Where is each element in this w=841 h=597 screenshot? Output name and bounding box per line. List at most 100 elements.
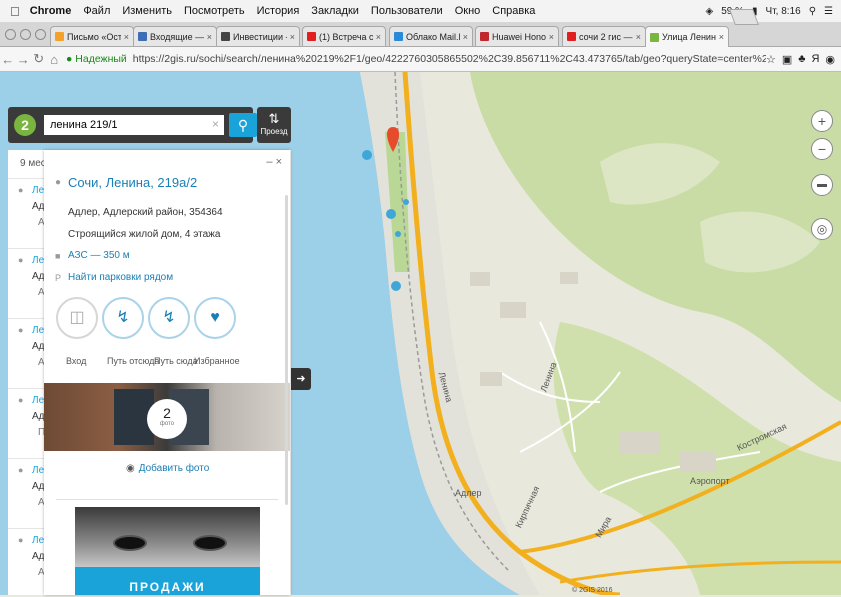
window-controls [5, 29, 46, 40]
menu-window[interactable]: Окно [455, 5, 481, 17]
browser-tab[interactable]: сочи 2 гис — × [562, 26, 646, 46]
close-window-button[interactable] [5, 29, 16, 40]
tab-label: Инвестиции - [233, 31, 287, 42]
layers-icon[interactable]: ▬ [811, 174, 833, 196]
divider [56, 499, 278, 500]
close-tab-icon[interactable]: × [376, 32, 381, 42]
route-from-button[interactable]: ↯ [102, 297, 144, 339]
list-icon[interactable]: ☰ [824, 6, 833, 17]
list-item[interactable]: ● Лен Адл А [8, 318, 50, 387]
card-scrollbar[interactable] [285, 195, 288, 505]
door-icon: ◫ [69, 309, 85, 326]
close-tab-icon[interactable]: × [719, 32, 724, 42]
back-arrow-icon[interactable]: ← [0, 52, 15, 67]
browser-tab[interactable]: Улица Ленина × [645, 26, 729, 47]
tab-favicon-icon [394, 32, 403, 41]
menu-edit[interactable]: Изменить [122, 5, 172, 17]
extension-icon[interactable]: ▣ [782, 53, 792, 66]
parking-link[interactable]: Найти парковки рядом [68, 272, 173, 283]
tab-favicon-icon [307, 32, 316, 41]
list-item[interactable]: ● Лен Адл А [8, 248, 50, 317]
entrance-button[interactable]: ◫ [56, 297, 98, 339]
favorite-button[interactable]: ♥ [194, 297, 236, 339]
tab-label: Письмо «Ост [67, 31, 121, 42]
fuel-link[interactable]: АЗС — 350 м [68, 250, 130, 261]
photo-count: 2 [163, 405, 171, 421]
browser-tab[interactable]: Письмо «Ост × [50, 26, 134, 46]
zoom-in-button[interactable]: + [811, 110, 833, 132]
minimize-window-button[interactable] [20, 29, 31, 40]
add-photo-link[interactable]: ◉ Добавить фото [126, 463, 209, 474]
route-from-icon: ↯ [116, 309, 130, 326]
extension-icon[interactable]: ◉ [825, 53, 835, 66]
menu-history[interactable]: История [257, 5, 300, 17]
tab-label: Улица Ленина [662, 32, 716, 42]
browser-tab[interactable]: (1) Встреча с × [302, 26, 386, 46]
menu-app[interactable]: Chrome [30, 5, 72, 17]
search-icon[interactable]: ⚲ [809, 6, 816, 17]
browser-tab[interactable]: Облако Mail.Ru× [389, 26, 473, 46]
tab-favicon-icon [138, 32, 147, 41]
bookmark-star-icon[interactable]: ☆ [766, 53, 776, 66]
card-controls[interactable]: – × [266, 156, 282, 168]
extension-icon[interactable]: Я [811, 53, 819, 66]
route-button[interactable]: ⇅ Проезд [257, 107, 291, 143]
search-input[interactable] [44, 115, 224, 135]
browser-tab[interactable]: Входящие — × [133, 26, 217, 46]
address-bar[interactable]: ● Надежный https://2gis.ru/sochi/search/… [66, 50, 766, 68]
search-icon: ⚲ [237, 117, 249, 133]
tab-label: сочи 2 гис — [579, 31, 633, 42]
menu-bookmarks[interactable]: Закладки [311, 5, 359, 17]
browser-tab[interactable]: Huawei Honor × [475, 26, 559, 46]
pin-icon: ● [18, 255, 24, 265]
forward-arrow-icon[interactable]: → [15, 52, 30, 67]
2gis-logo[interactable]: 2 [14, 114, 36, 136]
reload-icon[interactable]: ↻ [31, 51, 46, 67]
close-tab-icon[interactable]: × [124, 32, 129, 42]
browser-tab[interactable]: Инвестиции - × [216, 26, 300, 46]
close-tab-icon[interactable]: × [290, 32, 295, 42]
clear-search-icon[interactable]: × [212, 117, 219, 131]
pin-icon: ● [18, 325, 24, 335]
tab-favicon-icon [55, 32, 64, 41]
apple-menu-icon[interactable]:  [10, 4, 20, 19]
tab-label: Облако Mail.Ru [406, 31, 460, 42]
extension-icon[interactable]: ♣ [798, 53, 805, 66]
close-tab-icon[interactable]: × [463, 32, 468, 42]
wifi-icon[interactable]: ◈ [706, 6, 714, 17]
place-title: Сочи, Ленина, 219а/2 [68, 175, 198, 190]
advertisement-banner[interactable]: ПРОДАЖИ [75, 507, 260, 595]
list-item[interactable]: ● Лен Адл П [8, 388, 50, 457]
route-icon: ⇅ [268, 111, 280, 126]
district-label: Адлер [455, 488, 482, 498]
clock[interactable]: Чт, 8:16 [766, 6, 801, 17]
close-tab-icon[interactable]: × [636, 32, 641, 42]
lock-icon[interactable]: ● [66, 53, 72, 65]
close-tab-icon[interactable]: × [549, 32, 554, 42]
menu-help[interactable]: Справка [492, 5, 535, 17]
menu-file[interactable]: Файл [83, 5, 110, 17]
url-text[interactable]: https://2gis.ru/sochi/search/ленина%2021… [133, 53, 766, 65]
list-item[interactable]: ● Лен Адл А [8, 528, 50, 597]
tab-favicon-icon [221, 32, 230, 41]
action-label: Вход [66, 356, 87, 366]
collapse-panel-button[interactable]: ➜ [291, 368, 311, 390]
menu-users[interactable]: Пользователи [371, 5, 443, 17]
home-icon[interactable]: ⌂ [46, 52, 61, 67]
locate-me-icon[interactable]: ◎ [811, 218, 833, 240]
search-button[interactable]: ⚲ [229, 113, 257, 137]
route-to-button[interactable]: ↯ [148, 297, 190, 339]
chevron-right-icon: ➜ [296, 373, 306, 385]
zoom-window-button[interactable] [35, 29, 46, 40]
photo-count-badge[interactable]: 2 фото [147, 399, 187, 439]
tab-favicon-icon [650, 32, 659, 42]
zoom-out-button[interactable]: − [811, 138, 833, 160]
secure-label: Надежный [75, 53, 127, 65]
tab-favicon-icon [480, 32, 489, 41]
menu-view[interactable]: Посмотреть [184, 5, 245, 17]
place-card: – × ● Сочи, Ленина, 219а/2 Адлер, Адлерс… [44, 150, 290, 595]
close-tab-icon[interactable]: × [207, 32, 212, 42]
list-item[interactable]: ● Лен Адл А [8, 458, 50, 527]
fuel-icon: ■ [55, 251, 61, 261]
list-item[interactable]: ● Лен Адл А [8, 178, 50, 247]
